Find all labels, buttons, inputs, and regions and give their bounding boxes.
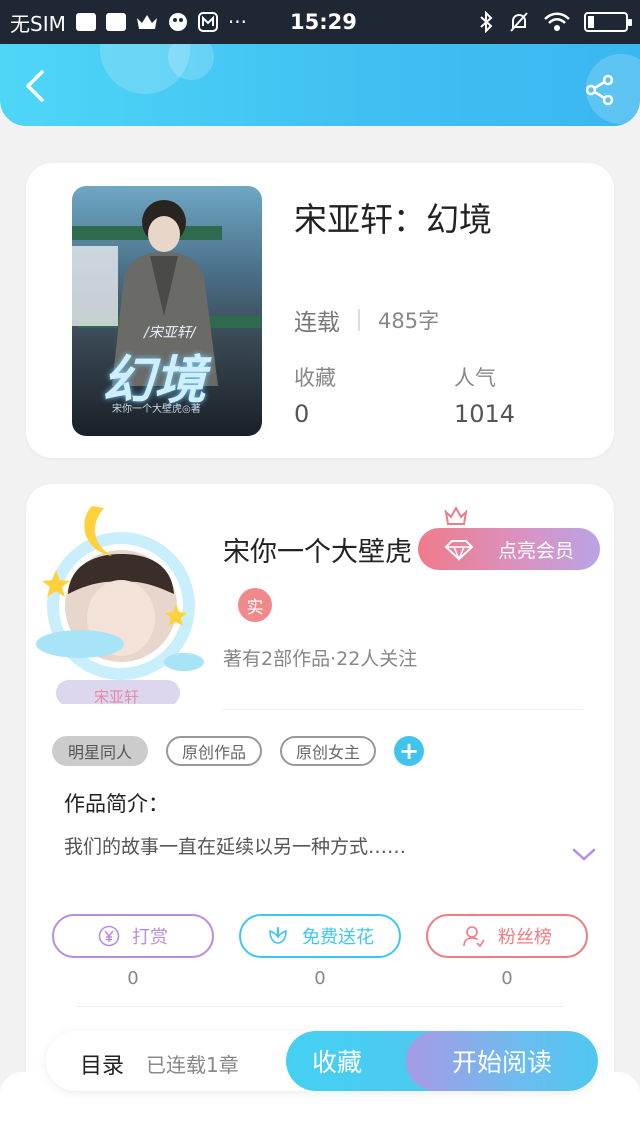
book-meta: 连载 485字	[294, 303, 439, 337]
send-flower-label: 免费送花	[302, 927, 374, 948]
tag-label: 原创作品	[182, 743, 247, 762]
palette-icon	[168, 13, 187, 31]
serial-status: 连载	[294, 310, 340, 336]
bluetooth-icon	[480, 11, 493, 33]
wifi-icon	[544, 12, 570, 31]
flower-icon	[269, 926, 287, 944]
mute-bell-icon	[510, 12, 528, 32]
clock: 15:29	[290, 10, 357, 34]
crown-icon	[444, 506, 468, 525]
divider	[222, 709, 582, 710]
bottom-action-bar: 目录 已连载1章 收藏 开始阅读	[46, 1031, 598, 1091]
app-icon	[197, 12, 218, 32]
book-cover[interactable]: /宋亚轩/ 幻境 宋你一个大壁虎◎著	[72, 186, 262, 436]
book-title: 宋亚轩：幻境	[294, 200, 492, 239]
chapter-count: 已连载1章	[146, 1053, 239, 1077]
add-tag-button[interactable]: +	[394, 736, 425, 766]
avatar-tag: 宋亚轩	[94, 688, 140, 706]
fan-rank-label: 粉丝榜	[498, 927, 552, 948]
word-count: 485字	[378, 309, 440, 333]
person-icon	[463, 926, 485, 948]
cover-author: 宋你一个大壁虎◎著	[112, 404, 201, 415]
yen-icon	[98, 925, 120, 947]
tag-label: 明星同人	[68, 743, 133, 762]
crown-icon	[136, 15, 157, 29]
send-flower-button[interactable]: 免费送花	[239, 914, 401, 958]
mail-icon	[75, 13, 96, 31]
book-info-card: /宋亚轩/ 幻境 宋你一个大壁虎◎著 宋亚轩：幻境 连载 485字 收藏 0 人…	[26, 163, 614, 458]
tag-item[interactable]: 原创女主	[280, 736, 377, 766]
carrier-text: 无SIM	[10, 11, 66, 36]
divider	[76, 1006, 564, 1007]
plus-icon: +	[398, 737, 420, 765]
vip-label: 点亮会员	[497, 539, 574, 562]
verified-badge: 实	[238, 588, 272, 622]
back-button[interactable]	[18, 66, 54, 106]
avatar[interactable]: 宋亚轩	[26, 494, 226, 706]
tag-list: 明星同人 原创作品 原创女主 +	[52, 736, 425, 766]
favorites-value: 0	[294, 400, 310, 428]
start-reading-label: 开始阅读	[451, 1048, 552, 1077]
tag-label: 原创女主	[296, 743, 361, 762]
tip-label: 打赏	[132, 927, 168, 948]
mail-icon	[105, 13, 126, 31]
start-reading-button[interactable]: 开始阅读	[406, 1031, 598, 1091]
author-stats: 著有2部作品·22人关注	[223, 648, 418, 670]
activate-membership-button[interactable]: 点亮会员	[418, 528, 600, 570]
toc-button[interactable]: 目录	[80, 1048, 124, 1080]
chevron-down-icon[interactable]	[572, 848, 596, 862]
tag-item[interactable]: 明星同人	[52, 736, 149, 766]
more-notifications-icon: ···	[227, 10, 247, 34]
tip-count: 0	[127, 968, 139, 989]
author-name[interactable]: 宋你一个大壁虎	[223, 530, 412, 569]
favorites-label: 收藏	[294, 366, 336, 390]
flower-count: 0	[314, 968, 326, 989]
author-card: 宋亚轩 宋你一个大壁虎 点亮会员 实 著有2部作品·22人关注 明星同人 原创作…	[26, 484, 614, 1124]
app-header	[0, 44, 640, 126]
tag-item[interactable]: 原创作品	[166, 736, 263, 766]
chevron-left-icon	[26, 70, 44, 102]
popularity-value: 1014	[454, 400, 516, 428]
share-button[interactable]	[584, 74, 620, 110]
fan-rank-button[interactable]: 粉丝榜	[426, 914, 588, 958]
popularity-label: 人气	[454, 366, 496, 390]
tip-button[interactable]: 打赏	[52, 914, 214, 958]
avatar-frame	[36, 506, 204, 706]
favorite-label: 收藏	[312, 1048, 363, 1077]
intro-title: 作品简介：	[64, 792, 169, 816]
battery-icon	[584, 12, 632, 32]
meta-separator	[358, 309, 360, 331]
fan-rank-count: 0	[501, 968, 513, 989]
share-icon	[585, 74, 614, 106]
status-bar: 无SIM ··· 15:29	[0, 0, 640, 44]
intro-text: 我们的故事一直在延续以另一种方式……	[64, 836, 407, 858]
diamond-icon	[444, 540, 474, 561]
